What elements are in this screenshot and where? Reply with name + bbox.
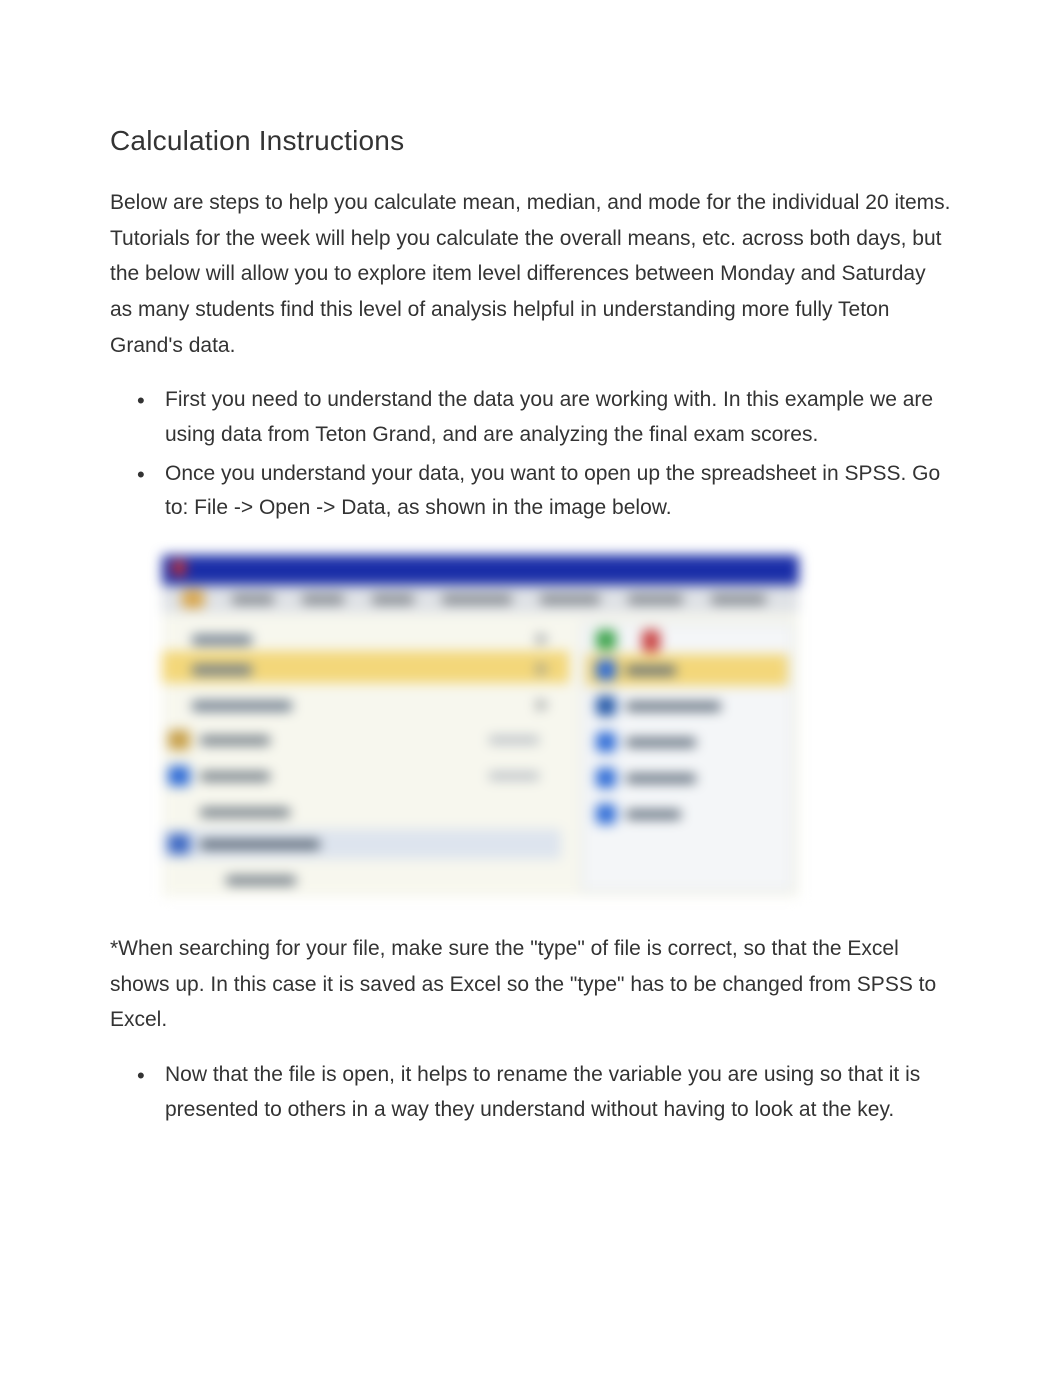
submenu-item — [596, 732, 696, 752]
menu-row — [168, 797, 559, 827]
list-item: Now that the file is open, it helps to r… — [165, 1058, 952, 1127]
toolbar-icon — [596, 630, 616, 650]
document-page: Calculation Instructions Below are steps… — [0, 0, 1062, 1377]
list-item: First you need to understand the data yo… — [165, 383, 952, 452]
menu-item — [232, 595, 274, 604]
menu-row — [162, 829, 561, 859]
submenu-panel — [581, 623, 793, 891]
note-paragraph: *When searching for your file, make sure… — [110, 931, 952, 1038]
menu-file-icon — [182, 590, 204, 608]
app-icon — [172, 561, 186, 575]
spss-screenshot — [158, 551, 803, 901]
list-item: Once you understand your data, you want … — [165, 457, 952, 526]
dropdown-panel — [162, 613, 799, 897]
menu-item — [628, 595, 683, 604]
menu-item — [302, 595, 344, 604]
submenu-item — [596, 804, 681, 824]
submenu-item-data — [596, 660, 676, 680]
menu-item — [372, 595, 414, 604]
intro-paragraph: Below are steps to help you calculate me… — [110, 185, 952, 363]
menu-row — [168, 865, 559, 895]
toolbar-icon — [642, 630, 660, 652]
bullet-list-top: First you need to understand the data yo… — [110, 383, 952, 526]
menu-item — [540, 595, 600, 604]
submenu-item — [596, 768, 696, 788]
menu-bar — [162, 585, 799, 613]
menu-item — [442, 595, 512, 604]
menu-row — [168, 725, 559, 755]
menu-item — [711, 595, 766, 604]
page-title: Calculation Instructions — [110, 125, 952, 157]
submenu-item — [596, 696, 721, 716]
menu-row — [168, 761, 559, 791]
window-titlebar — [162, 555, 799, 585]
bullet-list-bottom: Now that the file is open, it helps to r… — [110, 1058, 952, 1127]
